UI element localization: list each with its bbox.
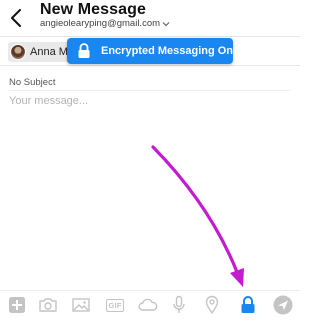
sender-email: angieolearyping@gmail.com <box>40 18 161 29</box>
location-button[interactable] <box>201 294 223 316</box>
lock-icon <box>241 296 255 313</box>
add-icon <box>9 297 25 313</box>
toast-label: Encrypted Messaging On <box>101 45 234 57</box>
location-icon <box>205 295 219 314</box>
compose-header: New Message angieolearyping@gmail.com <box>0 0 300 36</box>
send-button[interactable] <box>272 294 294 316</box>
compose-toolbar: GIF <box>0 290 300 321</box>
chevron-down-icon <box>162 21 170 26</box>
camera-button[interactable] <box>37 294 59 316</box>
send-icon <box>273 295 293 315</box>
add-button[interactable] <box>6 294 28 316</box>
subject-field[interactable]: No Subject <box>9 77 55 88</box>
photo-icon <box>72 298 90 312</box>
page-title: New Message <box>40 1 147 18</box>
gif-button[interactable]: GIF <box>104 294 126 316</box>
chevron-left-icon <box>11 9 21 27</box>
cloud-button[interactable] <box>137 294 159 316</box>
message-field[interactable]: Your message... <box>9 95 88 107</box>
encryption-toast: Encrypted Messaging On <box>67 38 233 64</box>
back-button[interactable] <box>6 6 26 30</box>
sender-selector[interactable]: angieolearyping@gmail.com <box>40 18 170 29</box>
microphone-icon <box>173 295 185 313</box>
camera-icon <box>39 298 57 312</box>
gif-icon: GIF <box>106 298 124 312</box>
microphone-button[interactable] <box>168 294 190 316</box>
lock-icon <box>77 42 91 60</box>
divider <box>9 90 291 91</box>
photo-button[interactable] <box>70 294 92 316</box>
cloud-icon <box>138 298 158 311</box>
avatar <box>10 44 26 60</box>
encryption-button[interactable] <box>237 294 259 316</box>
